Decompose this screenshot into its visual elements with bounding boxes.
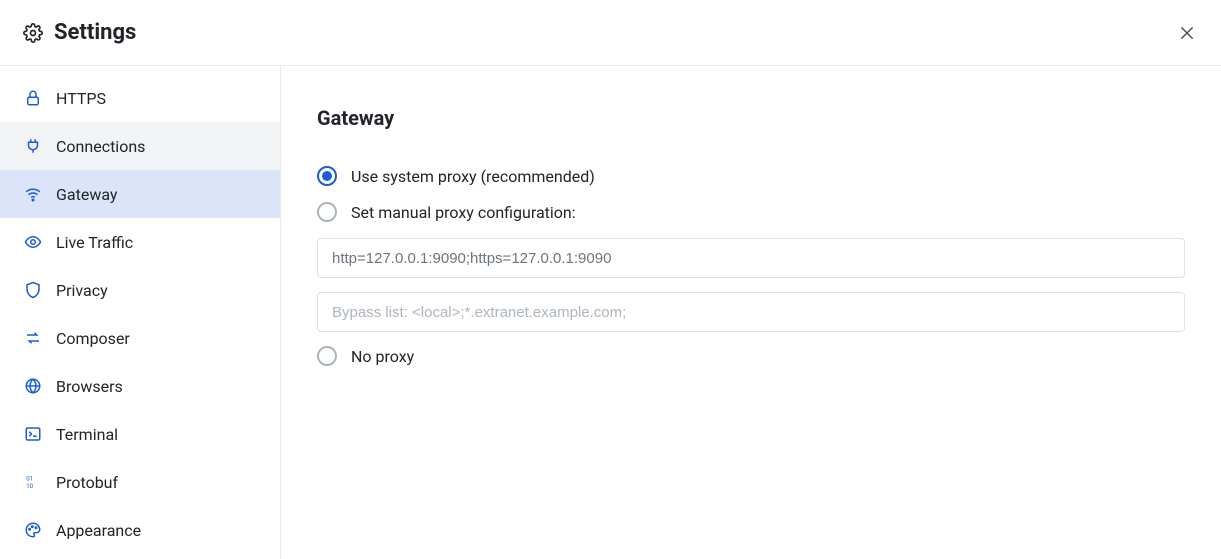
settings-header: Settings: [0, 0, 1221, 66]
radio-indicator: [317, 346, 337, 366]
radio-manual-proxy[interactable]: Set manual proxy configuration:: [317, 202, 1185, 222]
radio-no-proxy[interactable]: No proxy: [317, 346, 1185, 366]
section-title: Gateway: [317, 106, 1185, 130]
sidebar-item-privacy[interactable]: Privacy: [0, 266, 280, 314]
sidebar-item-label: HTTPS: [56, 89, 106, 108]
sidebar: HTTPS Connections Gateway Live Traffic P: [0, 66, 281, 559]
globe-icon: [24, 377, 42, 395]
sidebar-item-label: Live Traffic: [56, 233, 133, 252]
close-button[interactable]: [1175, 21, 1199, 45]
sidebar-item-terminal[interactable]: Terminal: [0, 410, 280, 458]
sidebar-item-live-traffic[interactable]: Live Traffic: [0, 218, 280, 266]
sidebar-item-protobuf[interactable]: 0110 Protobuf: [0, 458, 280, 506]
sidebar-item-label: Gateway: [56, 185, 118, 204]
sidebar-item-composer[interactable]: Composer: [0, 314, 280, 362]
shield-icon: [24, 281, 42, 299]
sidebar-item-appearance[interactable]: Appearance: [0, 506, 280, 554]
sidebar-item-label: Composer: [56, 329, 130, 348]
terminal-icon: [24, 425, 42, 443]
bypass-list-input[interactable]: [317, 292, 1185, 332]
sidebar-item-connections[interactable]: Connections: [0, 122, 280, 170]
manual-proxy-input[interactable]: [317, 238, 1185, 278]
sidebar-item-label: Terminal: [56, 425, 118, 444]
binary-icon: 0110: [24, 473, 42, 491]
radio-label: No proxy: [351, 347, 414, 366]
sidebar-item-label: Appearance: [56, 521, 141, 540]
settings-body: HTTPS Connections Gateway Live Traffic P: [0, 66, 1221, 559]
sidebar-item-gateway[interactable]: Gateway: [0, 170, 280, 218]
palette-icon: [24, 521, 42, 539]
arrows-icon: [24, 329, 42, 347]
radio-label: Set manual proxy configuration:: [351, 203, 576, 222]
radio-indicator: [317, 202, 337, 222]
main-panel: Gateway Use system proxy (recommended) S…: [281, 66, 1221, 559]
radio-use-system-proxy[interactable]: Use system proxy (recommended): [317, 166, 1185, 186]
svg-text:01: 01: [26, 476, 33, 483]
page-title: Settings: [54, 20, 136, 45]
radio-label: Use system proxy (recommended): [351, 167, 595, 186]
sidebar-item-https[interactable]: HTTPS: [0, 74, 280, 122]
sidebar-item-label: Connections: [56, 137, 145, 156]
eye-icon: [24, 233, 42, 251]
sidebar-item-browsers[interactable]: Browsers: [0, 362, 280, 410]
wifi-icon: [24, 185, 42, 203]
sidebar-item-label: Browsers: [56, 377, 123, 396]
sidebar-item-label: Protobuf: [56, 473, 118, 492]
plug-icon: [24, 137, 42, 155]
radio-indicator: [317, 166, 337, 186]
header-left: Settings: [22, 20, 136, 45]
sidebar-item-label: Privacy: [56, 281, 108, 300]
gear-icon: [22, 22, 44, 44]
lock-icon: [24, 89, 42, 107]
svg-text:10: 10: [26, 483, 33, 490]
